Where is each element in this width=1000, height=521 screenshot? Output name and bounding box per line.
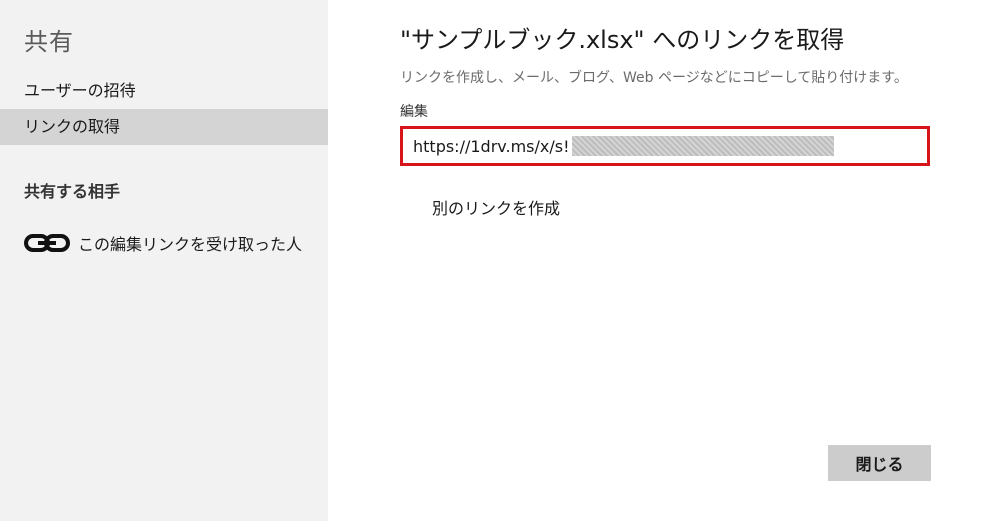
close-button[interactable]: 閉じる: [828, 445, 931, 481]
page-title: "サンプルブック.xlsx" へのリンクを取得: [400, 26, 845, 54]
create-another-link-button[interactable]: 別のリンクを作成: [432, 195, 560, 219]
sidebar-item-invite-people[interactable]: ユーザーの招待: [0, 73, 328, 109]
shared-link-entry[interactable]: この編集リンクを受け取った人: [24, 230, 302, 256]
shared-with-heading: 共有する相手: [24, 182, 121, 201]
redacted-link-portion: [571, 136, 834, 156]
sidebar-title: 共有: [24, 28, 74, 56]
sidebar-item-get-link[interactable]: リンクの取得: [0, 109, 328, 145]
permission-label: 編集: [400, 104, 428, 120]
sidebar-item-label: ユーザーの招待: [24, 81, 136, 100]
share-link-field[interactable]: https://1drv.ms/x/s!: [400, 126, 930, 166]
link-icon: [24, 234, 70, 252]
sidebar-item-label: リンクの取得: [24, 117, 121, 136]
share-link-text: https://1drv.ms/x/s!: [413, 136, 570, 156]
main-panel: "サンプルブック.xlsx" へのリンクを取得 リンクを作成し、メール、ブログ、…: [328, 0, 1000, 521]
sidebar: 共有 ユーザーの招待 リンクの取得 共有する相手 この編集リンクを受け取った人: [0, 0, 328, 521]
page-subtitle: リンクを作成し、メール、ブログ、Web ページなどにコピーして貼り付けます。: [400, 70, 908, 86]
shared-entry-label: この編集リンクを受け取った人: [78, 235, 303, 254]
